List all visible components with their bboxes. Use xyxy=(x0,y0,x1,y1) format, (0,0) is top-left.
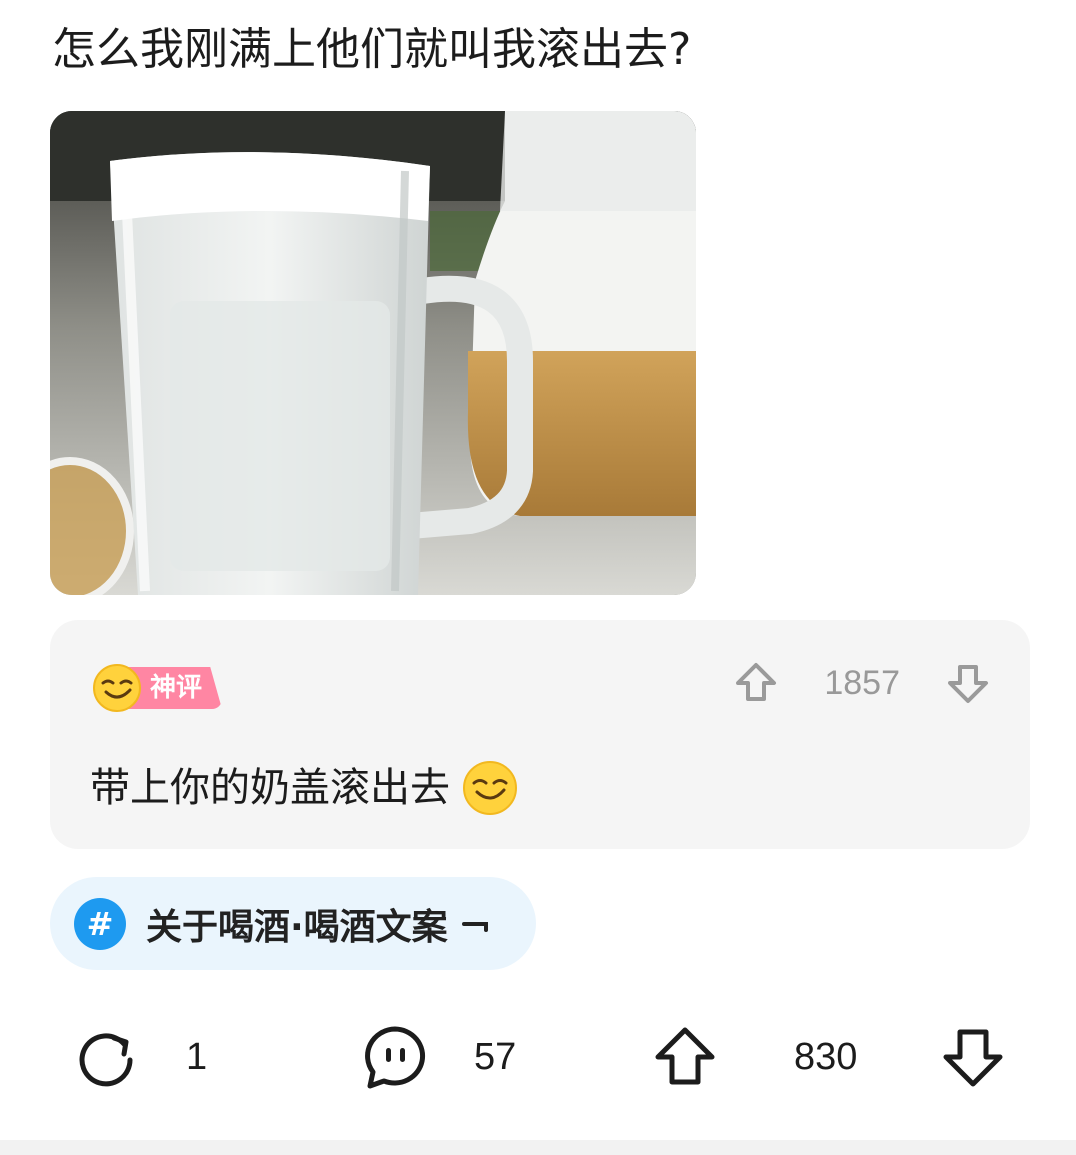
beer-mug-photo xyxy=(50,111,696,595)
comment-text: 带上你的奶盖滚出去 xyxy=(90,760,518,816)
upvote-icon xyxy=(655,1027,715,1085)
upvote-count: 830 xyxy=(794,1035,858,1078)
topic-chip[interactable]: # 关于喝酒·喝酒文案 xyxy=(50,877,536,970)
post-title: 怎么我刚满上他们就叫我滚出去? xyxy=(52,24,692,75)
smirk-emoji-icon xyxy=(93,664,141,712)
arrow-right-icon xyxy=(461,921,488,932)
comment-button[interactable]: 57 xyxy=(362,1012,516,1102)
upvote-button[interactable]: 830 xyxy=(652,1012,857,1102)
action-bar: 1 57 830 xyxy=(0,1012,1076,1102)
share-count: 1 xyxy=(186,1035,208,1078)
comment-count: 57 xyxy=(474,1035,517,1078)
downvote-icon[interactable] xyxy=(944,659,992,707)
comment-bubble-icon xyxy=(365,1026,426,1089)
comment-vote-row: 1857 xyxy=(732,658,992,708)
top-comment-card[interactable]: 神评 1857 带上你的奶盖滚出去 xyxy=(50,620,1030,849)
downvote-button[interactable] xyxy=(940,1012,1006,1102)
smirk-emoji-icon xyxy=(463,761,517,815)
comment-body: 带上你的奶盖滚出去 xyxy=(90,765,450,811)
bottom-divider xyxy=(0,1140,1076,1155)
downvote-icon xyxy=(943,1029,1003,1087)
topic-label: 关于喝酒·喝酒文案 xyxy=(146,906,448,948)
share-button[interactable]: 1 xyxy=(74,1012,207,1102)
comment-vote-count: 1857 xyxy=(824,663,900,702)
share-icon xyxy=(79,1033,133,1087)
god-comment-badge: 神评 xyxy=(92,662,223,714)
hashtag-icon: # xyxy=(74,897,126,950)
post-image[interactable] xyxy=(50,111,696,595)
upvote-icon[interactable] xyxy=(732,659,780,707)
